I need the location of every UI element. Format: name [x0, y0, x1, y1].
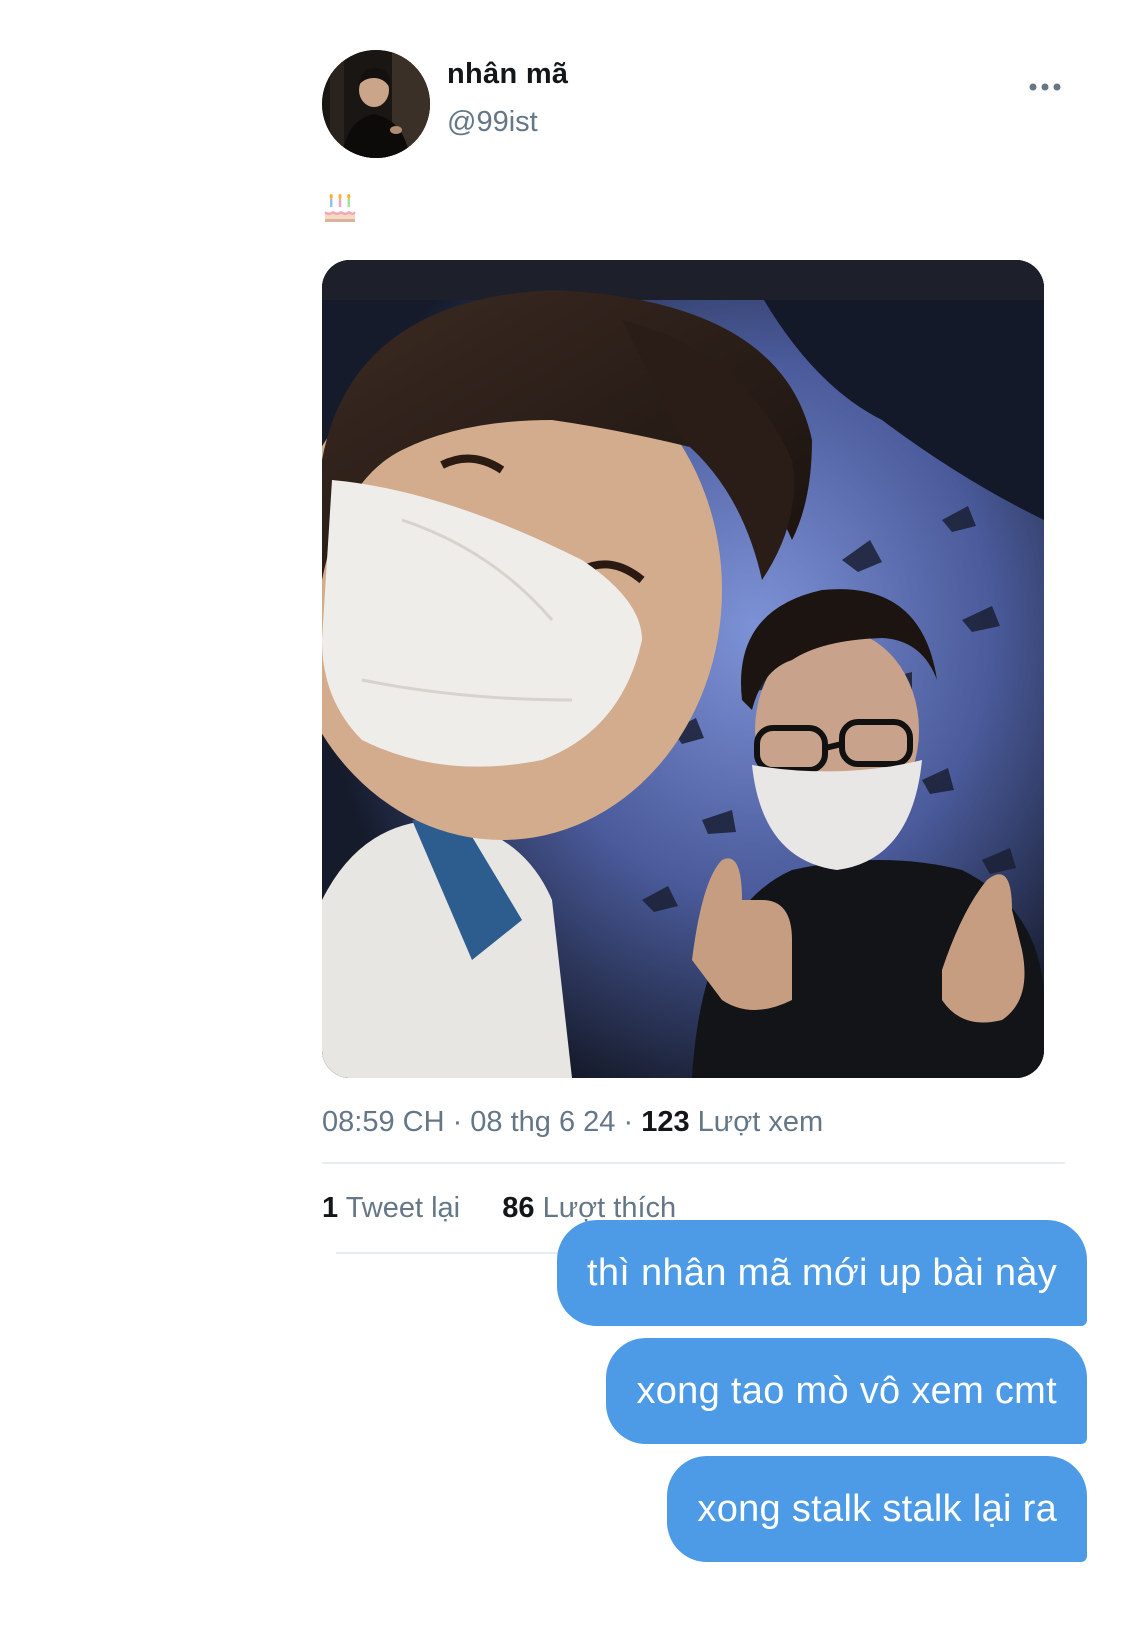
- avatar[interactable]: [322, 50, 430, 158]
- tweet-text: [322, 186, 358, 226]
- tweet-time[interactable]: 08:59 CH: [322, 1106, 445, 1138]
- tweet-date[interactable]: 08 thg 6 24: [470, 1106, 615, 1138]
- message-bubble[interactable]: xong stalk stalk lại ra: [667, 1456, 1087, 1562]
- screenshot-page: nhân mã @99ist 08:59 CH · 08 thg 6 24 · …: [0, 0, 1125, 1638]
- retweets-label: Tweet lại: [345, 1192, 461, 1224]
- views-label: Lượt xem: [697, 1106, 824, 1138]
- message-bubble[interactable]: xong tao mò vô xem cmt: [606, 1338, 1087, 1444]
- likes-count: 86: [502, 1192, 535, 1224]
- separator-dot: ·: [623, 1106, 642, 1138]
- user-handle[interactable]: @99ist: [447, 106, 538, 139]
- divider: [322, 1162, 1065, 1164]
- more-options-icon[interactable]: [1028, 80, 1062, 92]
- retweets-stat[interactable]: 1 Tweet lại: [322, 1192, 468, 1224]
- birthday-cake-icon: [322, 190, 358, 226]
- message-bubble[interactable]: thì nhân mã mới up bài này: [557, 1220, 1087, 1326]
- tweet-meta: 08:59 CH · 08 thg 6 24 · 123 Lượt xem: [322, 1106, 823, 1139]
- views-count: 123: [641, 1106, 690, 1138]
- display-name[interactable]: nhân mã: [447, 58, 568, 91]
- retweets-count: 1: [322, 1192, 339, 1224]
- tweet-photo[interactable]: [322, 260, 1044, 1078]
- separator-dot: ·: [452, 1106, 471, 1138]
